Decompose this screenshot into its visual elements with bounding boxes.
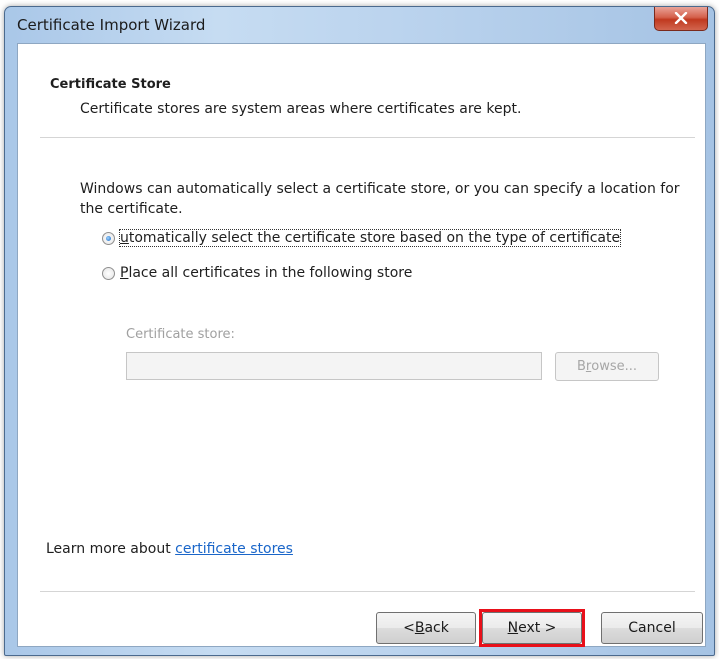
back-button[interactable]: < Back bbox=[376, 612, 476, 644]
intro-text: Windows can automatically select a certi… bbox=[80, 181, 680, 217]
header-divider bbox=[40, 137, 695, 138]
radio-auto-label[interactable]: utomatically select the certificate stor… bbox=[118, 229, 622, 247]
certificate-stores-link[interactable]: certificate stores bbox=[175, 541, 293, 557]
radio-button-auto[interactable] bbox=[102, 231, 115, 245]
certificate-store-label: Certificate store: bbox=[126, 327, 235, 342]
close-button[interactable] bbox=[654, 7, 708, 31]
radio-manual-label[interactable]: Place all certificates in the following … bbox=[120, 265, 412, 281]
close-icon bbox=[674, 12, 688, 24]
window-title: Certificate Import Wizard bbox=[17, 16, 206, 34]
page-subtitle: Certificate stores are system areas wher… bbox=[80, 101, 522, 117]
next-button-highlight bbox=[479, 609, 585, 647]
title-bar[interactable]: Certificate Import Wizard bbox=[5, 7, 714, 43]
wizard-window: Certificate Import Wizard Certificate St… bbox=[4, 6, 715, 656]
certificate-store-field[interactable] bbox=[126, 352, 542, 380]
footer-divider bbox=[40, 591, 695, 592]
learn-more-text: Learn more about certificate stores bbox=[46, 541, 293, 557]
wizard-content: Certificate Store Certificate stores are… bbox=[17, 43, 706, 647]
page-title: Certificate Store bbox=[50, 77, 171, 92]
radio-auto-select[interactable]: utomatically select the certificate stor… bbox=[102, 229, 622, 247]
radio-place-in-store[interactable]: Place all certificates in the following … bbox=[102, 265, 412, 281]
cancel-button[interactable]: Cancel bbox=[601, 612, 703, 644]
browse-button[interactable]: Br owse... bbox=[555, 352, 659, 381]
radio-button-manual[interactable] bbox=[102, 266, 115, 280]
